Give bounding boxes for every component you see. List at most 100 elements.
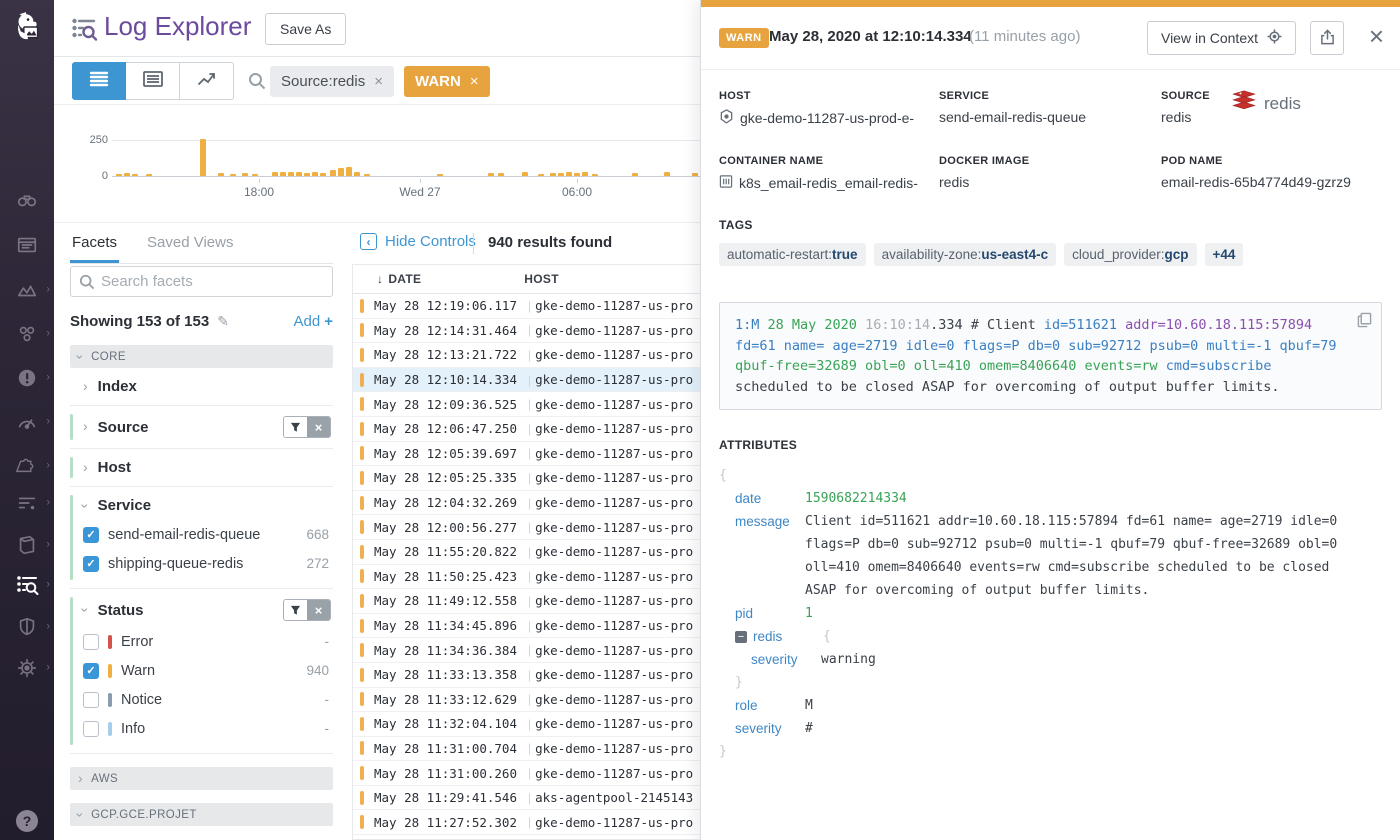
chart-bar[interactable] bbox=[304, 173, 310, 176]
chart-bar[interactable] bbox=[272, 172, 278, 176]
chart-bar[interactable] bbox=[242, 173, 248, 176]
log-row[interactable]: May 28 12:10:14.334|gke-demo-11287-us-pr… bbox=[353, 368, 700, 393]
collapse-node-icon[interactable]: − bbox=[735, 631, 747, 643]
date-column-header[interactable]: ↓DATE bbox=[377, 272, 421, 286]
tab-saved-views[interactable]: Saved Views bbox=[145, 223, 235, 262]
facet-row-source[interactable]: ›Source× bbox=[70, 416, 333, 438]
field-value[interactable]: gke-demo-11287-us-prod-e- bbox=[719, 109, 939, 127]
attribute-row[interactable]: severity# bbox=[735, 717, 1382, 740]
log-row[interactable]: May 28 12:19:06.117|gke-demo-11287-us-pr… bbox=[353, 294, 700, 319]
facet-value-row[interactable]: Notice- bbox=[70, 685, 333, 714]
attribute-row[interactable]: −redis{ bbox=[735, 625, 1382, 648]
log-row[interactable]: May 28 12:05:25.335|gke-demo-11287-us-pr… bbox=[353, 466, 700, 491]
chart-bar[interactable] bbox=[320, 173, 326, 176]
chart-bar[interactable] bbox=[558, 173, 564, 176]
detail-view-button[interactable] bbox=[126, 62, 180, 100]
tab-facets[interactable]: Facets bbox=[70, 223, 119, 262]
copy-icon[interactable] bbox=[1357, 312, 1372, 335]
sidebar-item-watchdog[interactable] bbox=[0, 180, 54, 220]
chart-bar[interactable] bbox=[592, 174, 598, 176]
log-row[interactable]: May 28 11:32:04.104|gke-demo-11287-us-pr… bbox=[353, 712, 700, 737]
facet-row-host[interactable]: ›Host bbox=[70, 459, 333, 476]
chart-bar[interactable] bbox=[692, 173, 698, 176]
facet-value-row[interactable]: ✓Warn940 bbox=[70, 656, 333, 685]
share-button[interactable] bbox=[1310, 21, 1344, 55]
clear-filter-button[interactable]: × bbox=[307, 417, 330, 437]
chart-bar[interactable] bbox=[230, 174, 236, 176]
chart-bar[interactable] bbox=[582, 172, 588, 176]
facet-row-service[interactable]: ›Service bbox=[70, 497, 333, 514]
log-row[interactable]: May 28 11:25:03.884|vm-5f349d3d-6ce4-498… bbox=[353, 835, 700, 840]
facet-row-status[interactable]: ›Status× bbox=[70, 599, 333, 621]
checkbox-unchecked[interactable] bbox=[83, 721, 99, 737]
log-row[interactable]: May 28 12:14:31.464|gke-demo-11287-us-pr… bbox=[353, 319, 700, 344]
chart-bar[interactable] bbox=[550, 173, 556, 176]
chart-bar[interactable] bbox=[296, 172, 302, 176]
log-row[interactable]: May 28 11:50:25.423|gke-demo-11287-us-pr… bbox=[353, 565, 700, 590]
facet-search-input[interactable] bbox=[101, 267, 326, 296]
log-row[interactable]: May 28 11:29:41.546|aks-agentpool-214514… bbox=[353, 786, 700, 811]
log-row[interactable]: May 28 12:09:36.525|gke-demo-11287-us-pr… bbox=[353, 392, 700, 417]
remove-filter-icon[interactable]: × bbox=[374, 73, 383, 90]
facet-row-index[interactable]: ›Index bbox=[70, 378, 333, 395]
filter-icon-button[interactable] bbox=[284, 600, 307, 620]
facet-value-row[interactable]: Error- bbox=[70, 627, 333, 656]
chart-bar[interactable] bbox=[522, 172, 528, 176]
chart-bar[interactable] bbox=[498, 173, 504, 176]
field-value[interactable]: k8s_email-redis_email-redis- bbox=[719, 174, 939, 192]
chart-plot-area[interactable]: 250018:00Wed 2706:00 bbox=[112, 115, 700, 177]
view-in-context-button[interactable]: View in Context bbox=[1147, 21, 1296, 55]
sidebar-item-settings[interactable]: › bbox=[0, 648, 54, 688]
chart-bar[interactable] bbox=[632, 173, 638, 176]
save-as-button[interactable]: Save As bbox=[265, 13, 346, 45]
log-row[interactable]: May 28 11:34:36.384|gke-demo-11287-us-pr… bbox=[353, 638, 700, 663]
attribute-row[interactable]: roleM bbox=[735, 694, 1382, 717]
chart-bar[interactable] bbox=[664, 172, 670, 176]
checkbox-unchecked[interactable] bbox=[83, 692, 99, 708]
chart-bar[interactable] bbox=[288, 172, 294, 176]
chart-bar[interactable] bbox=[218, 173, 224, 176]
log-row[interactable]: May 28 11:33:12.629|gke-demo-11287-us-pr… bbox=[353, 688, 700, 713]
attribute-row[interactable]: date1590682214334 bbox=[735, 487, 1382, 510]
chart-bar[interactable] bbox=[346, 167, 352, 176]
log-row[interactable]: May 28 11:33:13.358|gke-demo-11287-us-pr… bbox=[353, 663, 700, 688]
sidebar-item-infrastructure[interactable]: › bbox=[0, 314, 54, 354]
sidebar-item-apm[interactable]: › bbox=[0, 402, 54, 442]
search-query-bar[interactable]: Source:redis×WARN× bbox=[270, 66, 490, 97]
facet-group-header-core[interactable]: ›CORE bbox=[70, 345, 333, 368]
checkbox-checked[interactable]: ✓ bbox=[83, 663, 99, 679]
tag-pill[interactable]: +44 bbox=[1205, 243, 1244, 266]
log-row[interactable]: May 28 11:34:45.896|gke-demo-11287-us-pr… bbox=[353, 614, 700, 639]
attribute-row[interactable]: pid1 bbox=[735, 602, 1382, 625]
field-value[interactable]: send-email-redis-queue bbox=[939, 109, 1161, 125]
sidebar-item-notebooks[interactable]: › bbox=[0, 525, 54, 565]
checkbox-unchecked[interactable] bbox=[83, 634, 99, 650]
sidebar-item-integrations[interactable]: › bbox=[0, 446, 54, 486]
chart-bar[interactable] bbox=[312, 172, 318, 176]
field-value[interactable]: redis bbox=[939, 174, 1161, 190]
log-row[interactable]: May 28 12:05:39.697|gke-demo-11287-us-pr… bbox=[353, 442, 700, 467]
facet-value-row[interactable]: ✓shipping-queue-redis272 bbox=[70, 549, 333, 578]
chart-bar[interactable] bbox=[146, 174, 152, 176]
log-row[interactable]: May 28 12:04:32.269|gke-demo-11287-us-pr… bbox=[353, 491, 700, 516]
chart-bar[interactable] bbox=[574, 173, 580, 176]
sidebar-item-logs[interactable]: › bbox=[0, 565, 54, 605]
chart-bar[interactable] bbox=[330, 170, 336, 176]
sidebar-item-metrics[interactable]: › bbox=[0, 270, 54, 310]
datadog-logo[interactable] bbox=[0, 0, 54, 54]
remove-filter-icon[interactable]: × bbox=[470, 73, 479, 90]
checkbox-checked[interactable]: ✓ bbox=[83, 556, 99, 572]
facet-value-row[interactable]: Info- bbox=[70, 714, 333, 743]
chart-bar[interactable] bbox=[364, 174, 370, 176]
attribute-row[interactable]: severitywarning bbox=[751, 648, 1382, 671]
chart-bar[interactable] bbox=[566, 172, 572, 176]
chart-bar[interactable] bbox=[280, 172, 286, 176]
chart-bar[interactable] bbox=[132, 174, 138, 176]
host-column-header[interactable]: HOST bbox=[524, 272, 559, 286]
add-facet-button[interactable]: Add+ bbox=[294, 313, 333, 330]
field-value[interactable]: email-redis-65b4774d49-gzrz9 bbox=[1161, 174, 1382, 190]
log-row[interactable]: May 28 12:00:56.277|gke-demo-11287-us-pr… bbox=[353, 515, 700, 540]
checkbox-checked[interactable]: ✓ bbox=[83, 527, 99, 543]
log-row[interactable]: May 28 11:55:20.822|gke-demo-11287-us-pr… bbox=[353, 540, 700, 565]
sidebar-item-monitors[interactable]: › bbox=[0, 358, 54, 398]
